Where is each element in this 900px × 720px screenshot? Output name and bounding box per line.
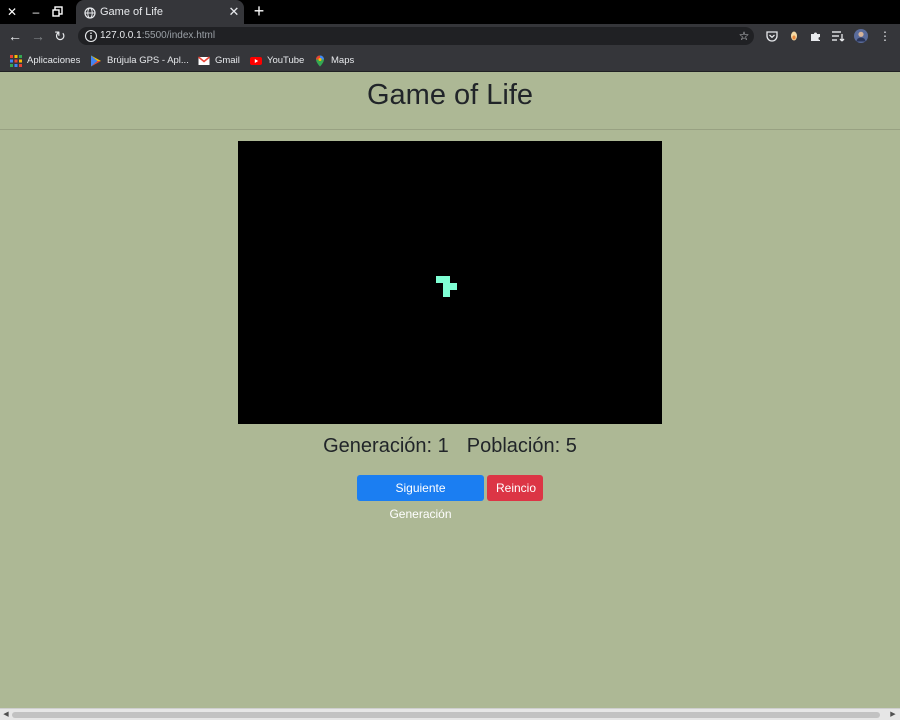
new-tab-icon[interactable]: + — [251, 2, 267, 20]
address-host: 127.0.0.1 — [100, 30, 142, 41]
page-content: Game of Life Generación: 1 Población: 5 S… — [0, 73, 900, 707]
extensions-puzzle-icon[interactable] — [808, 28, 824, 44]
reset-button[interactable]: Reincio — [487, 475, 543, 501]
maps-pin-icon — [314, 54, 326, 67]
bookmark-brujula-gps[interactable]: Brújula GPS - Apl... — [90, 52, 189, 68]
minimize-window-icon[interactable]: – — [28, 4, 44, 20]
reload-icon[interactable]: ↻ — [52, 28, 68, 44]
next-generation-button[interactable]: Siguiente Generación — [357, 475, 484, 521]
bookmark-label: YouTube — [267, 54, 305, 66]
reading-list-icon[interactable] — [830, 28, 846, 44]
tab-strip: ✕ – Game of Life ✕ + — [0, 0, 900, 24]
bookmark-gmail[interactable]: Gmail — [197, 52, 240, 68]
scroll-left-icon[interactable]: ◀ — [1, 710, 11, 720]
bookmark-star-icon[interactable]: ☆ — [736, 28, 752, 44]
browser-tab[interactable]: Game of Life ✕ — [76, 0, 244, 24]
bookmark-label: Brújula GPS - Apl... — [107, 54, 189, 66]
globe-icon — [84, 6, 96, 19]
stats-line: Generación: 1 Población: 5 — [0, 435, 900, 458]
browser-menu-icon[interactable]: ⋮ — [877, 28, 893, 44]
play-store-icon — [90, 54, 102, 67]
back-arrow-icon[interactable]: ← — [7, 28, 23, 44]
tab-title: Game of Life — [100, 6, 163, 18]
live-cell — [443, 290, 450, 297]
live-cell — [443, 276, 450, 283]
bookmark-maps[interactable]: Maps — [314, 52, 354, 68]
tab-close-icon[interactable]: ✕ — [226, 4, 242, 20]
youtube-icon — [250, 54, 262, 66]
bookmark-label: Gmail — [215, 54, 240, 66]
apps-grid-icon — [10, 54, 22, 67]
scroll-right-icon[interactable]: ▶ — [888, 710, 898, 720]
bookmark-label: Aplicaciones — [27, 54, 81, 66]
bookmark-youtube[interactable]: YouTube — [250, 52, 304, 68]
bookmark-label: Maps — [331, 54, 355, 66]
population-label: Población: — [466, 435, 561, 457]
profile-avatar-icon[interactable] — [853, 28, 869, 44]
live-cell — [450, 283, 457, 290]
restore-window-icon[interactable] — [50, 4, 66, 20]
address-bar[interactable]: 127.0.0.1:5500/index.html ☆ — [78, 27, 754, 45]
bookmark-apps[interactable]: Aplicaciones — [10, 52, 80, 68]
population-value: 5 — [565, 435, 577, 457]
page-title: Game of Life — [366, 79, 534, 111]
extension-bulb-icon[interactable] — [786, 28, 802, 44]
live-cell — [443, 283, 450, 290]
generation-label: Generación: — [323, 435, 433, 457]
scrollbar-thumb[interactable] — [12, 712, 880, 718]
live-cell — [436, 276, 443, 283]
address-path: :5500/index.html — [141, 30, 216, 41]
gmail-icon — [197, 54, 211, 66]
address-url[interactable]: 127.0.0.1:5500/index.html — [100, 27, 215, 45]
controls: Siguiente Generación Reincio — [357, 475, 543, 521]
title-divider — [0, 129, 900, 130]
horizontal-scrollbar[interactable]: ◀ ▶ — [0, 708, 900, 720]
bookmarks-bar: Aplicaciones Brújula GPS - Apl... Gmail … — [0, 48, 900, 72]
close-window-icon[interactable]: ✕ — [4, 4, 20, 20]
site-info-icon[interactable] — [84, 29, 98, 43]
game-board-canvas — [436, 276, 457, 297]
generation-value: 1 — [437, 435, 449, 457]
pocket-icon[interactable] — [764, 28, 780, 44]
game-board[interactable] — [238, 141, 662, 424]
forward-arrow-icon[interactable]: → — [30, 28, 46, 44]
